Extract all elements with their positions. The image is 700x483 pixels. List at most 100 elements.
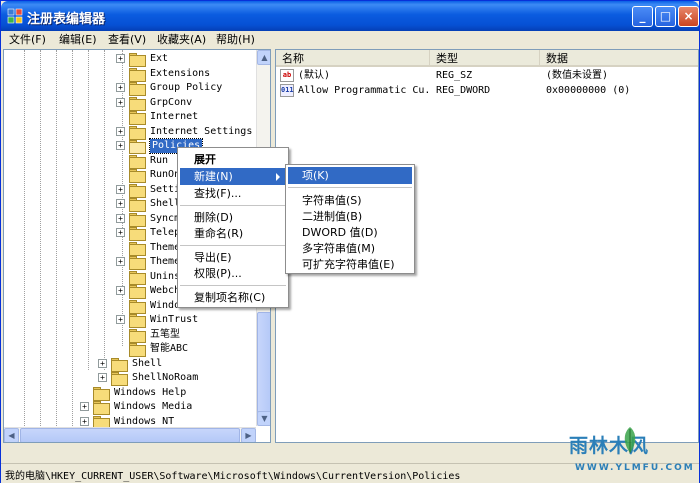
folder-icon	[129, 241, 146, 256]
menu-item-copy-key-name[interactable]: 复制项名称(C)	[180, 289, 286, 306]
expand-plus-icon[interactable]: +	[116, 141, 125, 150]
title-bar[interactable]: 注册表编辑器 _ □ ×	[1, 1, 699, 31]
close-button[interactable]: ×	[678, 6, 699, 27]
string-value-icon: ab	[280, 69, 294, 82]
tree-node-label: WinTrust	[150, 314, 199, 325]
folder-icon	[111, 357, 128, 372]
expand-plus-icon[interactable]: +	[98, 358, 107, 368]
expand-plus-icon[interactable]: +	[116, 83, 125, 92]
folder-icon	[129, 67, 146, 82]
folder-icon	[129, 82, 146, 96]
tree-node-label: Shell	[150, 198, 181, 209]
menu-item-expand[interactable]: 展开	[180, 151, 286, 168]
menu-item-find[interactable]: 查找(F)...	[180, 185, 286, 202]
menu-item-expandable-string-value[interactable]: 可扩充字符串值(E)	[288, 256, 412, 273]
menu-item-multi-string-value[interactable]: 多字符串值(M)	[288, 240, 412, 257]
menu-file[interactable]: 文件(F)	[9, 32, 46, 48]
column-type-header[interactable]: 类型	[430, 50, 540, 67]
menu-item-dword-value[interactable]: DWORD 值(D)	[288, 224, 412, 241]
tree-horizontal-scrollbar[interactable]: ◀ ▶	[4, 427, 256, 442]
expand-plus-icon[interactable]: +	[116, 97, 125, 107]
menu-separator	[180, 245, 286, 246]
expand-plus-icon[interactable]: +	[116, 126, 125, 136]
value-name: (默认)	[298, 70, 331, 81]
folder-icon	[129, 96, 146, 111]
folder-icon	[129, 314, 146, 328]
menu-view[interactable]: 查看(V)	[108, 32, 146, 48]
registry-app-icon	[7, 8, 23, 24]
folder-icon	[129, 198, 146, 212]
menu-item-delete[interactable]: 删除(D)	[180, 209, 286, 226]
menu-separator	[180, 205, 286, 206]
menu-item-export[interactable]: 导出(E)	[180, 249, 286, 266]
scroll-right-icon[interactable]: ▶	[241, 428, 256, 442]
expand-plus-icon[interactable]: +	[80, 402, 89, 411]
scroll-thumb[interactable]	[257, 312, 270, 424]
expand-plus-icon[interactable]: +	[116, 315, 125, 324]
menu-edit[interactable]: 编辑(E)	[59, 32, 97, 48]
tree-node-label: Internet Settings	[150, 125, 253, 137]
folder-icon	[129, 212, 146, 227]
dword-value-icon: 011	[280, 84, 294, 97]
folder-icon	[129, 154, 146, 169]
value-row[interactable]: ab (默认) REG_SZ (数值未设置)	[276, 68, 696, 84]
folder-icon	[129, 270, 146, 285]
tree-node-label: Theme	[150, 241, 181, 253]
leaf-icon	[624, 427, 636, 453]
tree-node-label: Windo	[150, 299, 181, 311]
expand-plus-icon[interactable]: +	[116, 184, 125, 194]
tree-guide-line	[72, 50, 73, 426]
expand-plus-icon[interactable]: +	[116, 286, 125, 295]
scroll-left-icon[interactable]: ◀	[4, 428, 19, 442]
watermark-logo: 雨林木风 WWW.YLMFU.COM	[561, 419, 700, 481]
folder-icon	[93, 401, 110, 415]
value-data: 0x00000000 (0)	[546, 85, 631, 96]
folder-icon	[129, 256, 146, 270]
menu-help[interactable]: 帮助(H)	[216, 32, 255, 48]
menu-item-rename[interactable]: 重命名(R)	[180, 225, 286, 242]
maximize-button[interactable]: □	[655, 6, 676, 27]
tree-guide-line	[104, 50, 105, 370]
expand-plus-icon[interactable]: +	[98, 373, 107, 382]
menu-item-permissions[interactable]: 权限(P)...	[180, 265, 286, 282]
scroll-up-icon[interactable]: ▲	[257, 50, 270, 65]
window-title: 注册表编辑器	[27, 12, 106, 27]
folder-icon	[93, 415, 110, 430]
menu-item-binary-value[interactable]: 二进制值(B)	[288, 208, 412, 225]
value-type: REG_SZ	[436, 70, 473, 81]
tree-node-label: Telep	[150, 227, 181, 238]
tree-node-label: Run	[150, 154, 169, 166]
expand-plus-icon[interactable]: +	[116, 213, 125, 223]
expand-plus-icon[interactable]: +	[116, 228, 125, 237]
tree-node-label: Syncm	[150, 212, 181, 224]
tree-node-label: Ext	[150, 53, 169, 64]
tree-guide-line	[40, 50, 41, 426]
tree-node-label: RunOn	[150, 169, 181, 180]
menu-item-new-key[interactable]: 项(K)	[288, 167, 412, 184]
tree-node-label: Windows Media	[114, 401, 193, 412]
expand-plus-icon[interactable]: +	[80, 416, 89, 426]
expand-plus-icon[interactable]: +	[116, 199, 125, 208]
tree-node-label: Setti	[150, 183, 181, 195]
column-name-header[interactable]: 名称	[276, 50, 430, 67]
registry-editor-window: 注册表编辑器 _ □ × 文件(F) 编辑(E) 查看(V) 收藏夹(A) 帮助…	[0, 0, 700, 483]
value-data: (数值未设置)	[546, 70, 609, 81]
value-name: Allow Programmatic Cu...	[298, 85, 432, 96]
hscroll-thumb[interactable]	[20, 428, 240, 442]
menu-favorites[interactable]: 收藏夹(A)	[157, 32, 206, 48]
folder-icon	[129, 169, 146, 183]
scroll-down-icon[interactable]: ▼	[257, 411, 270, 426]
tree-node-label: Shell	[132, 357, 163, 369]
folder-icon	[111, 372, 128, 386]
column-data-header[interactable]: 数据	[540, 50, 698, 67]
new-submenu: 项(K) 字符串值(S) 二进制值(B) DWORD 值(D) 多字符串值(M)…	[285, 164, 415, 274]
value-row[interactable]: 011 Allow Programmatic Cu... REG_DWORD 0…	[276, 83, 696, 99]
menu-item-string-value[interactable]: 字符串值(S)	[288, 192, 412, 209]
minimize-button[interactable]: _	[632, 6, 653, 27]
tree-node-label: Webch	[150, 285, 181, 296]
expand-plus-icon[interactable]: +	[116, 54, 125, 63]
menu-item-new-label: 新建(N)	[194, 170, 233, 183]
menu-item-new[interactable]: 新建(N)	[180, 168, 286, 185]
expand-plus-icon[interactable]: +	[116, 257, 125, 266]
tree-node-label: Windows Help	[114, 386, 187, 398]
